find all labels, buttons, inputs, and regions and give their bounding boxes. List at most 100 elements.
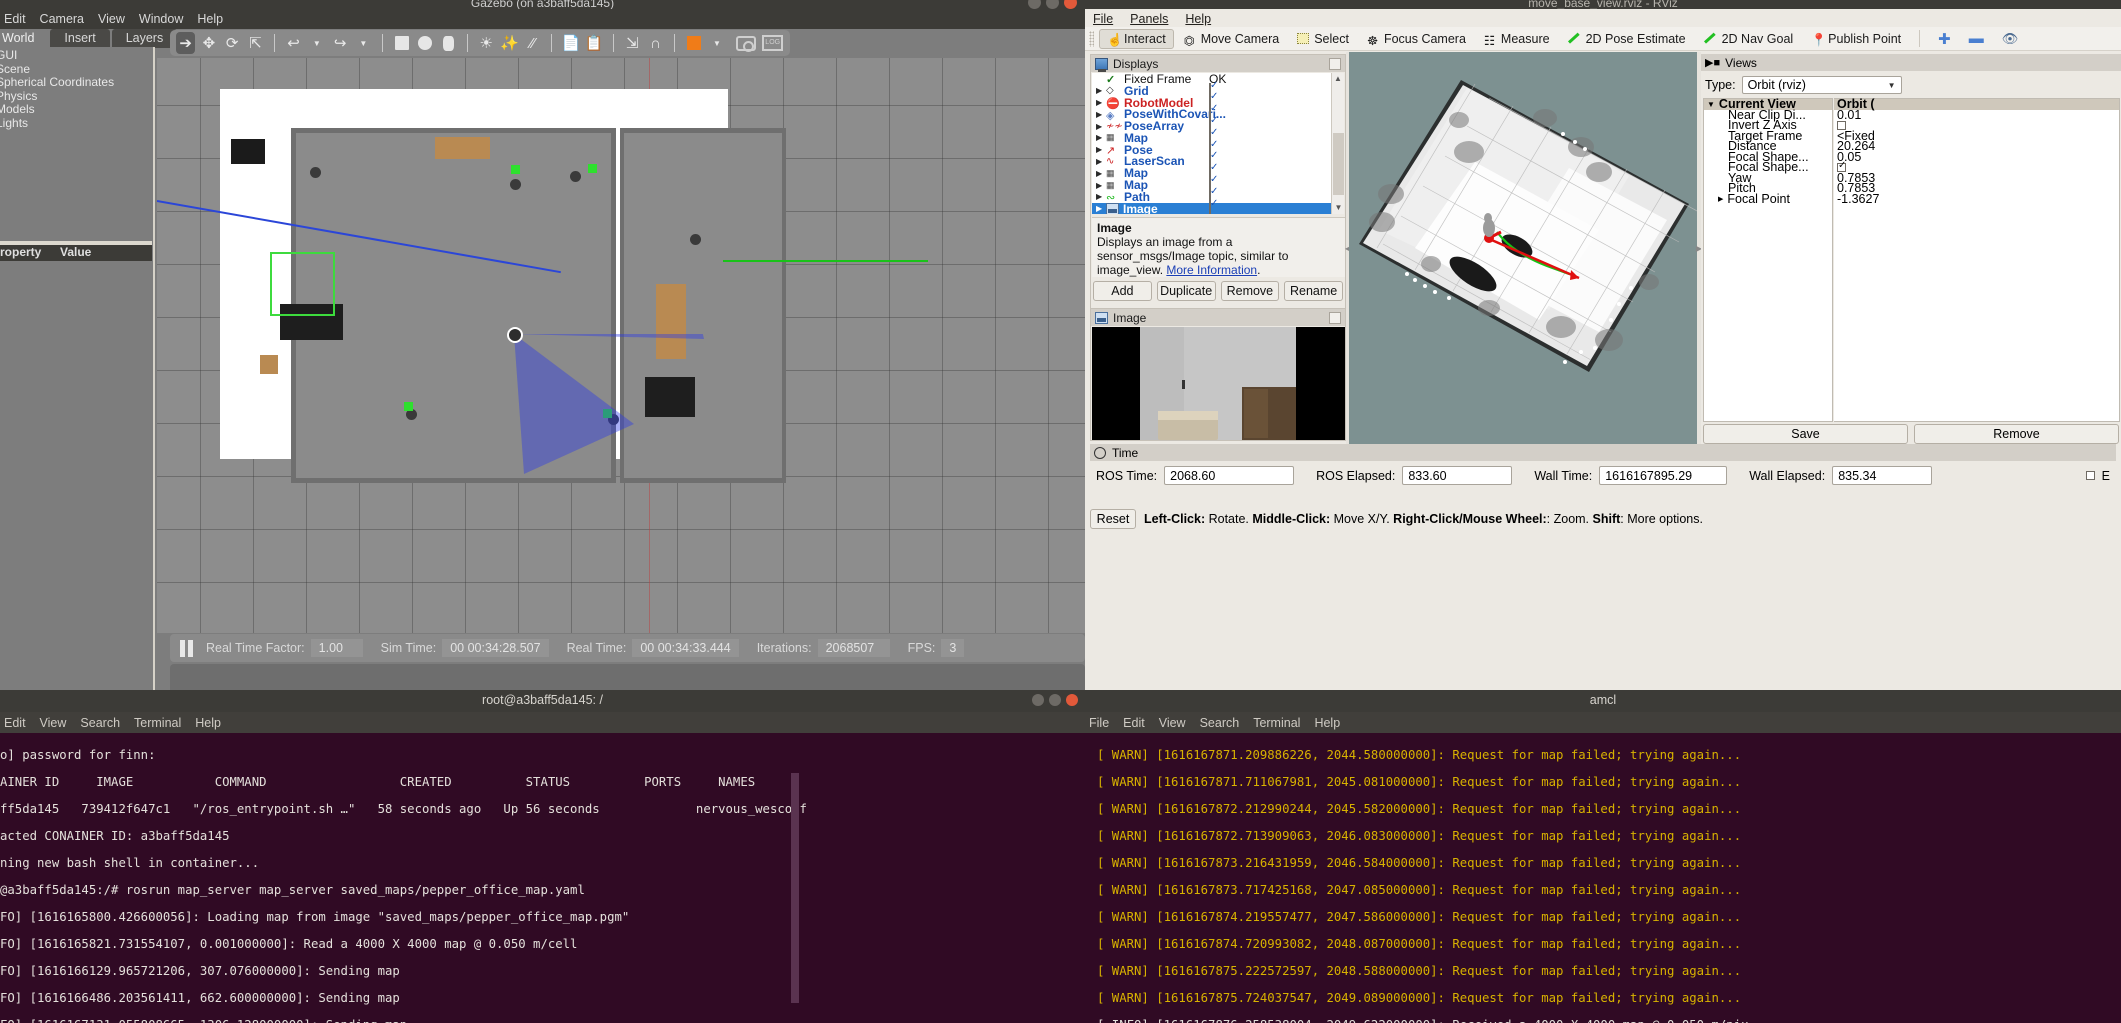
gazebo-world-tree[interactable]: GUI Scene Spherical Coordinates Physics … — [0, 48, 149, 131]
float-panel-button[interactable] — [1329, 311, 1341, 324]
remove-button[interactable]: Remove — [1220, 281, 1280, 301]
gazebo-menu-help[interactable]: Help — [197, 12, 223, 26]
expand-arrow-icon[interactable]: ▶ — [1096, 98, 1106, 107]
rotate-icon[interactable]: ⟳ — [223, 32, 242, 54]
views-value-focal-point[interactable]: -1.3627 — [1834, 192, 2119, 206]
terminal-left-scrollbar[interactable] — [790, 733, 800, 1023]
minus-icon[interactable]: ▬ — [1961, 27, 1992, 50]
tool-focus-camera[interactable]: ☸ Focus Camera — [1359, 29, 1474, 49]
undo-dropdown-icon[interactable]: ▼ — [307, 32, 326, 54]
world-item-models[interactable]: Models — [0, 103, 149, 117]
undo-icon[interactable]: ↩ — [284, 32, 303, 54]
copy-icon[interactable]: 📄 — [561, 32, 581, 54]
gazebo-menu-window[interactable]: Window — [139, 12, 183, 26]
view-type-select[interactable]: Orbit (rviz) — [1741, 76, 1902, 94]
enable-checkbox[interactable] — [1209, 200, 1211, 214]
views-row-focal-shape-fixed[interactable]: Focal Shape... — [1704, 160, 1832, 174]
displays-scrollbar[interactable]: ▲ ▼ — [1331, 73, 1344, 214]
plus-icon[interactable]: ✚ — [1930, 27, 1959, 51]
paste-icon[interactable]: 📋 — [584, 32, 604, 54]
translate-icon[interactable]: ✥ — [199, 32, 218, 54]
terminal-right[interactable]: amcl File Edit View Search Terminal Help… — [1085, 690, 2121, 1023]
gazebo-menu-camera[interactable]: Camera — [40, 12, 84, 26]
gazebo-menu-edit[interactable]: Edit — [4, 12, 26, 26]
expand-arrow-icon[interactable]: ▶ — [1096, 169, 1106, 178]
tab-insert[interactable]: Insert — [50, 29, 110, 48]
views-value-target-frame[interactable]: <Fixed — [1834, 129, 2119, 143]
views-value-near-clip[interactable]: 0.01 — [1834, 108, 2119, 122]
gazebo-toolbar[interactable]: ➔ ✥ ⟳ ⇱ ↩ ▼ ↪ ▼ ☀ ✨ ⁄⁄ 📄 📋 ⇲ ∩ ▼ LOG — [170, 30, 790, 56]
tool-2d-pose-estimate[interactable]: 2D Pose Estimate — [1560, 29, 1694, 49]
invert-z-checkbox[interactable] — [1837, 120, 1846, 130]
rviz-menu-help[interactable]: Help — [1185, 12, 1211, 26]
more-information-link[interactable]: More Information — [1166, 263, 1257, 277]
insert-sphere-icon[interactable] — [415, 32, 434, 54]
tab-world[interactable]: World — [0, 29, 49, 48]
tool-select[interactable]: Select — [1289, 29, 1357, 49]
close-icon[interactable] — [1066, 694, 1078, 706]
view-angle-dropdown-icon[interactable]: ▼ — [707, 32, 726, 54]
scrollbar-thumb[interactable] — [1333, 133, 1344, 195]
terminal-left-menubar[interactable]: Edit View Search Terminal Help — [0, 712, 1085, 733]
close-icon[interactable] — [1064, 0, 1077, 9]
gazebo-menu-view[interactable]: View — [98, 12, 125, 26]
scroll-down-icon[interactable]: ▼ — [1332, 202, 1345, 214]
views-property-names[interactable]: ▼ Current View Near Clip Di... Invert Z … — [1703, 97, 1833, 422]
insert-box-icon[interactable] — [392, 32, 411, 54]
rviz-menu-panels[interactable]: Panels — [1130, 12, 1168, 26]
expand-arrow-icon[interactable]: ▶ — [1096, 145, 1106, 154]
tool-publish-point[interactable]: 📍 Publish Point — [1803, 29, 1909, 49]
views-value-distance[interactable]: 20.264 — [1834, 139, 2119, 153]
rviz-toolbar[interactable]: ☝ Interact ⏣ Move Camera Select ☸ Focus … — [1085, 27, 2121, 51]
expand-arrow-icon[interactable]: ▶ — [1096, 192, 1106, 201]
minimize-icon[interactable] — [1032, 694, 1044, 706]
expand-arrow-icon[interactable]: ▶ — [1096, 157, 1106, 166]
remove-view-button[interactable]: Remove — [1914, 424, 2119, 444]
scroll-up-icon[interactable]: ▲ — [1332, 73, 1344, 85]
terminal-left[interactable]: root@a3baff5da145: / Edit View Search Te… — [0, 690, 1085, 1023]
terminal-right-menubar[interactable]: File Edit View Search Terminal Help — [1085, 712, 2121, 733]
gazebo-3d-viewport[interactable] — [157, 58, 1085, 633]
save-view-button[interactable]: Save — [1703, 424, 1908, 444]
terminal-right-menu-edit[interactable]: Edit — [1123, 716, 1145, 730]
tool-move-camera[interactable]: ⏣ Move Camera — [1176, 29, 1288, 49]
views-row-focal-point[interactable]: ▶ Focal Point — [1704, 192, 1832, 206]
log-record-icon[interactable]: LOG — [761, 32, 784, 54]
gazebo-window-buttons[interactable] — [1028, 0, 1077, 9]
expand-arrow-icon[interactable]: ▶ — [1718, 195, 1723, 203]
world-item-gui[interactable]: GUI — [0, 48, 149, 63]
world-item-spherical-coordinates[interactable]: Spherical Coordinates — [0, 76, 149, 90]
maximize-icon[interactable] — [1049, 694, 1061, 706]
terminal-left-menu-help[interactable]: Help — [195, 716, 221, 730]
select-arrow-icon[interactable]: ➔ — [176, 32, 196, 54]
align-icon[interactable]: ⇲ — [623, 32, 642, 54]
views-value-yaw[interactable]: 0.7853 — [1834, 171, 2119, 185]
views-value-focal-shape-size[interactable]: 0.05 — [1834, 150, 2119, 164]
duplicate-button[interactable]: Duplicate — [1156, 281, 1216, 301]
world-item-scene[interactable]: Scene — [0, 62, 149, 77]
views-property-values[interactable]: Orbit ( 0.01 <Fixed 20.264 0.05 0.7853 0… — [1834, 97, 2120, 422]
tab-layers[interactable]: Layers — [111, 29, 178, 48]
expand-arrow-icon[interactable]: ▶ — [1096, 181, 1106, 190]
views-value-invert-z[interactable] — [1834, 120, 2119, 131]
spot-light-icon[interactable]: ✨ — [500, 32, 519, 54]
directional-light-icon[interactable]: ⁄⁄ — [523, 32, 542, 54]
scrollbar-thumb[interactable] — [791, 773, 799, 1003]
eye-icon[interactable]: 👁 — [1994, 28, 2027, 50]
world-item-physics[interactable]: Physics — [0, 89, 149, 104]
terminal-right-menu-search[interactable]: Search — [1200, 716, 1240, 730]
snap-icon[interactable]: ∩ — [646, 32, 665, 54]
terminal-left-menu-search[interactable]: Search — [80, 716, 120, 730]
view-angle-icon[interactable] — [684, 32, 703, 54]
rename-button[interactable]: Rename — [1284, 281, 1343, 301]
expand-arrow-icon[interactable]: ▶ — [1096, 122, 1106, 131]
ros-elapsed-value[interactable]: 833.60 — [1402, 466, 1513, 485]
expand-arrow-icon[interactable]: ▶ — [1096, 133, 1106, 142]
reset-button[interactable]: Reset — [1090, 509, 1136, 529]
terminal-right-menu-help[interactable]: Help — [1314, 716, 1340, 730]
point-light-icon[interactable]: ☀ — [477, 32, 496, 54]
terminal-right-menu-view[interactable]: View — [1159, 716, 1186, 730]
terminal-left-window-buttons[interactable] — [1032, 694, 1078, 706]
float-panel-button[interactable] — [1329, 57, 1341, 70]
rviz-menubar[interactable]: File Panels Help — [1085, 9, 2121, 29]
